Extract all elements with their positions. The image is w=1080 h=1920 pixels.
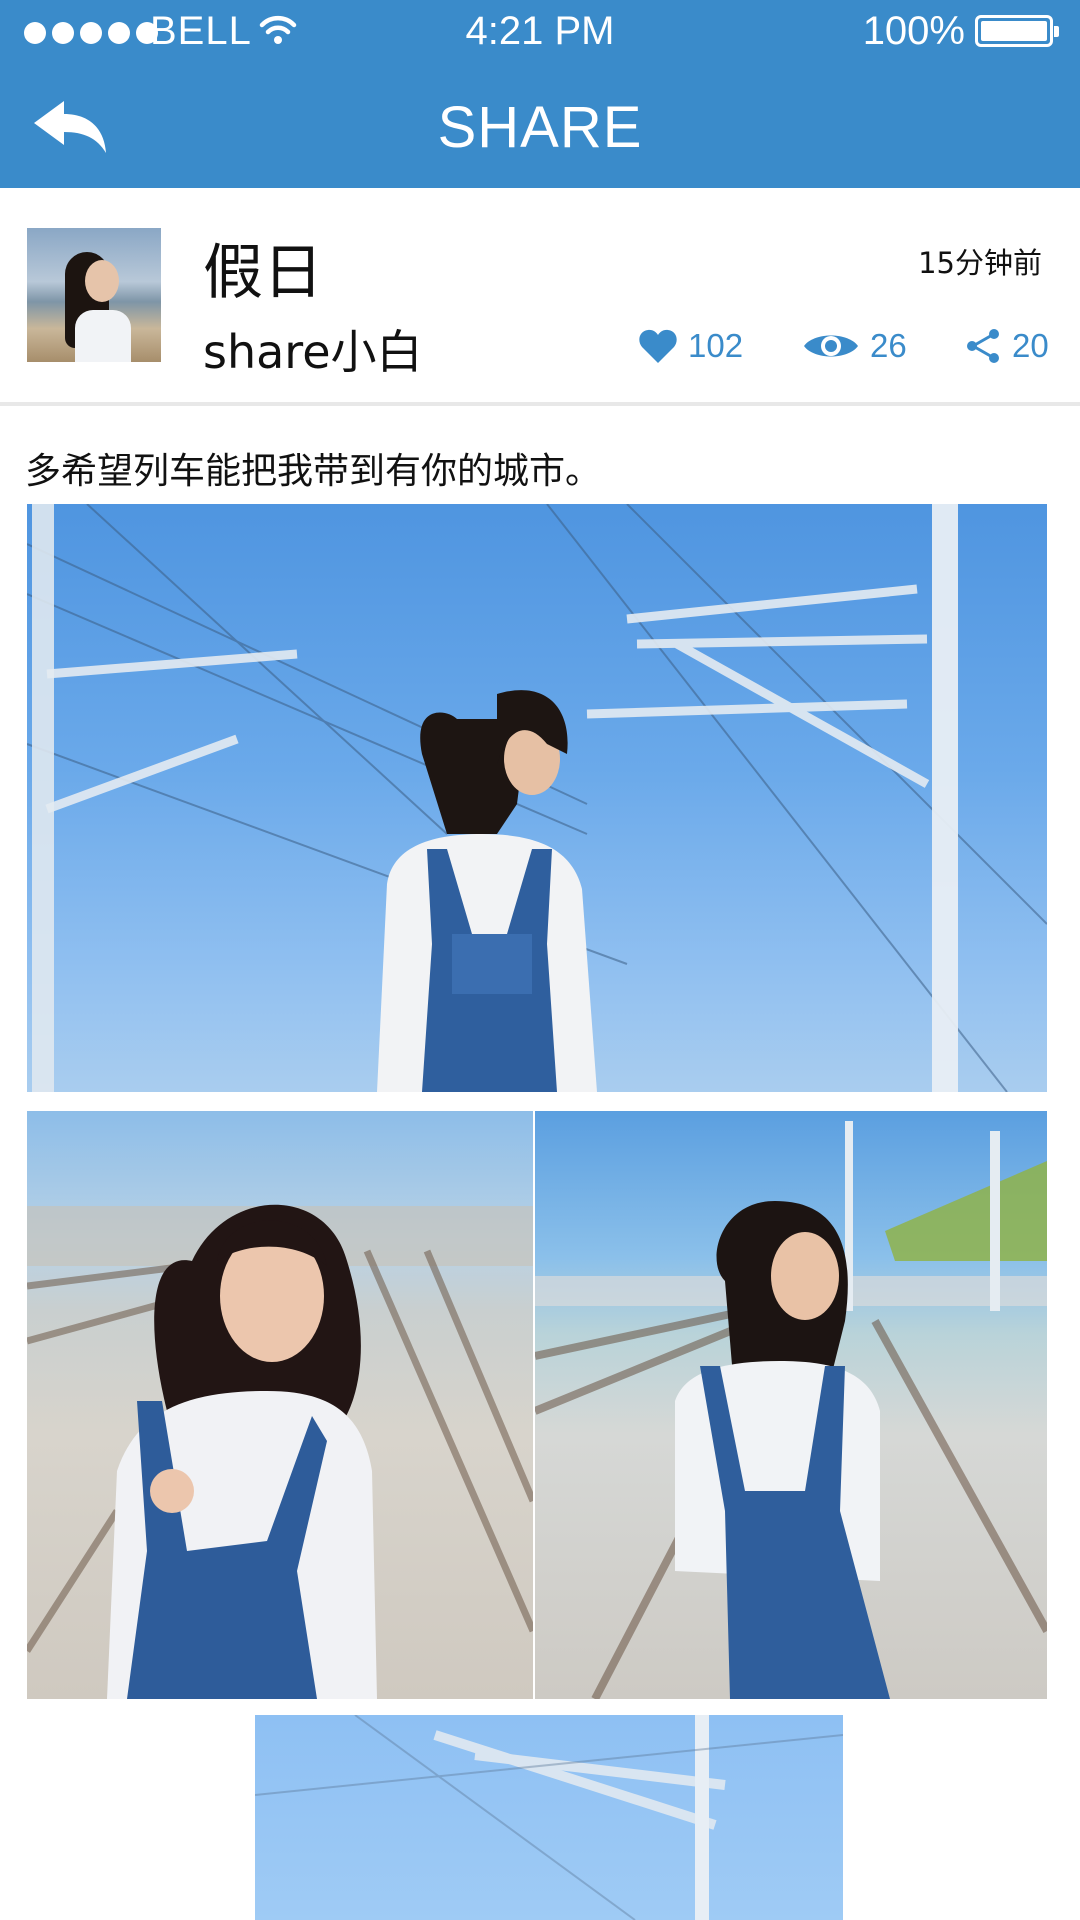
status-bar: BELL 4:21 PM 100% — [0, 0, 1080, 62]
page-title: SHARE — [437, 95, 643, 160]
post-photo[interactable] — [27, 504, 1047, 1092]
post-photo[interactable] — [535, 1111, 1047, 1699]
top-bar: BELL 4:21 PM 100% SHARE — [0, 0, 1080, 188]
post-title: 假日 — [203, 238, 323, 308]
share-count: 20 — [1012, 327, 1049, 364]
view-count-indicator: 26 — [802, 324, 907, 368]
like-button[interactable]: 102 — [638, 324, 743, 368]
view-count: 26 — [870, 327, 907, 364]
eye-icon — [804, 335, 858, 357]
heart-icon — [639, 329, 677, 363]
share-button[interactable]: 20 — [964, 324, 1049, 368]
post-header: 假日 share小白 15分钟前 102 26 20 — [0, 188, 1080, 406]
like-count: 102 — [688, 327, 744, 364]
avatar[interactable] — [27, 228, 161, 362]
navigation-bar: SHARE — [0, 62, 1080, 188]
author-username[interactable]: share小白 — [203, 316, 423, 382]
share-icon — [967, 329, 999, 363]
post-photo[interactable] — [27, 1111, 533, 1699]
post-caption: 多希望列车能把我带到有你的城市。 — [25, 451, 602, 492]
post-photo[interactable] — [255, 1715, 843, 1920]
battery-percentage: 100% — [862, 9, 965, 53]
battery-icon — [975, 15, 1059, 47]
post-timestamp: 15分钟前 — [918, 246, 1042, 280]
